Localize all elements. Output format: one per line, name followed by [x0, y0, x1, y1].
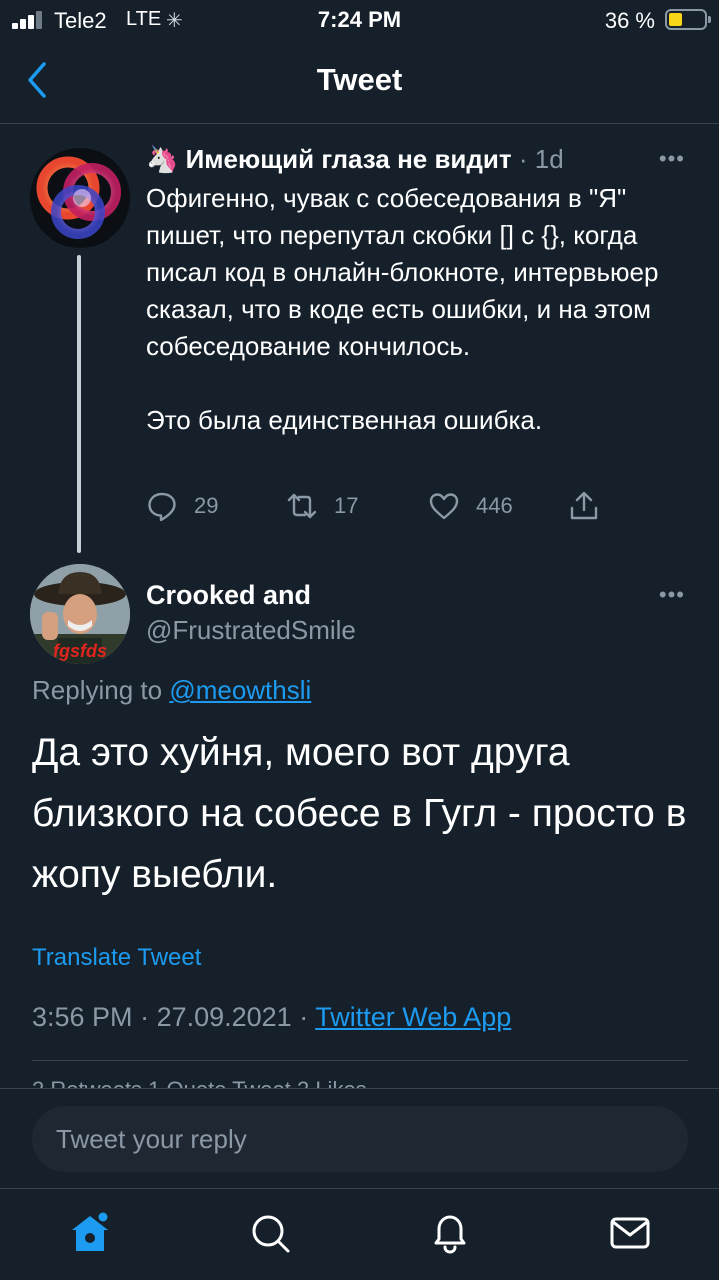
retweet-icon [287, 493, 317, 519]
replying-prefix: Replying to [32, 675, 170, 705]
tab-notifications[interactable] [426, 1209, 474, 1257]
battery-percent: 36 % [604, 8, 655, 33]
thread-connector-line [77, 255, 81, 553]
tweet-detail-screen: Tele2 LTE ✳ 7:24 PM 36 % Tweet 🦄 Имеющий… [0, 0, 719, 1280]
share-icon [570, 491, 598, 520]
messages-icon [610, 1217, 650, 1249]
share-button[interactable] [568, 486, 600, 526]
abstract-rings-avatar [36, 156, 121, 239]
tweet-time: 3:56 PM [32, 1002, 133, 1032]
tweet-metadata: 3:56 PM · 27.09.2021 · Twitter Web App [32, 1002, 511, 1033]
battery-icon [665, 9, 711, 30]
status-bar: Tele2 LTE ✳ 7:24 PM 36 % [0, 0, 719, 40]
parent-tweet-header: 🦄 Имеющий глаза не видит · 1d [146, 144, 564, 175]
like-count: 446 [476, 493, 513, 518]
tweet-date: 27.09.2021 [156, 1002, 292, 1032]
nav-header: Tweet [0, 40, 719, 124]
time-separator: · [511, 144, 535, 174]
author-name[interactable]: Crooked and [146, 580, 311, 611]
retweet-count: 17 [334, 493, 359, 518]
avatar[interactable] [30, 148, 130, 248]
tweet-age: 1d [534, 144, 564, 174]
tab-home[interactable] [66, 1209, 114, 1257]
home-icon [72, 1212, 108, 1251]
search-icon [252, 1215, 290, 1253]
notifications-icon [434, 1215, 466, 1254]
tab-search[interactable] [246, 1209, 294, 1257]
source-app-link[interactable]: Twitter Web App [315, 1002, 511, 1032]
tab-messages[interactable] [606, 1209, 654, 1257]
more-options-icon[interactable]: ••• [659, 582, 685, 608]
heart-icon [429, 493, 459, 520]
reply-count: 29 [194, 493, 219, 518]
meta-separator: · [132, 1002, 157, 1032]
replying-to: Replying to @meowthsli [32, 675, 311, 706]
page-title: Tweet [316, 62, 403, 97]
retweet-button[interactable]: 17 [286, 486, 358, 526]
meta-separator: · [291, 1002, 316, 1032]
author-name[interactable]: Имеющий глаза не видит [186, 144, 512, 174]
tweet-text: Да это хуйня, моего вот друга близкого н… [32, 731, 687, 896]
author-handle[interactable]: @FrustratedSmile [146, 615, 356, 646]
reply-button[interactable]: 29 [146, 486, 218, 526]
reply-icon [148, 492, 176, 522]
man-in-hat-avatar: fgsfds [30, 564, 130, 664]
tweet-stats-peek: 2 Retweets 1 Quote Tweet 2 Likes [32, 1079, 367, 1088]
tab-bar [0, 1188, 719, 1280]
reply-input[interactable]: Tweet your reply [32, 1106, 688, 1172]
tweet-actions: 29 17 446 [146, 486, 616, 526]
avatar[interactable]: fgsfds [30, 564, 130, 664]
replying-to-link[interactable]: @meowthsli [169, 675, 311, 705]
parent-tweet-text: Офигенно, чувак с собеседования в "Я" пи… [146, 183, 659, 435]
more-options-icon[interactable]: ••• [659, 146, 685, 172]
svg-text:fgsfds: fgsfds [53, 641, 107, 661]
divider [32, 1060, 688, 1061]
like-button[interactable]: 446 [428, 486, 513, 526]
reply-bar: Tweet your reply [0, 1088, 719, 1188]
unicorn-emoji: 🦄 [146, 144, 179, 174]
translate-tweet-link[interactable]: Translate Tweet [32, 944, 201, 972]
